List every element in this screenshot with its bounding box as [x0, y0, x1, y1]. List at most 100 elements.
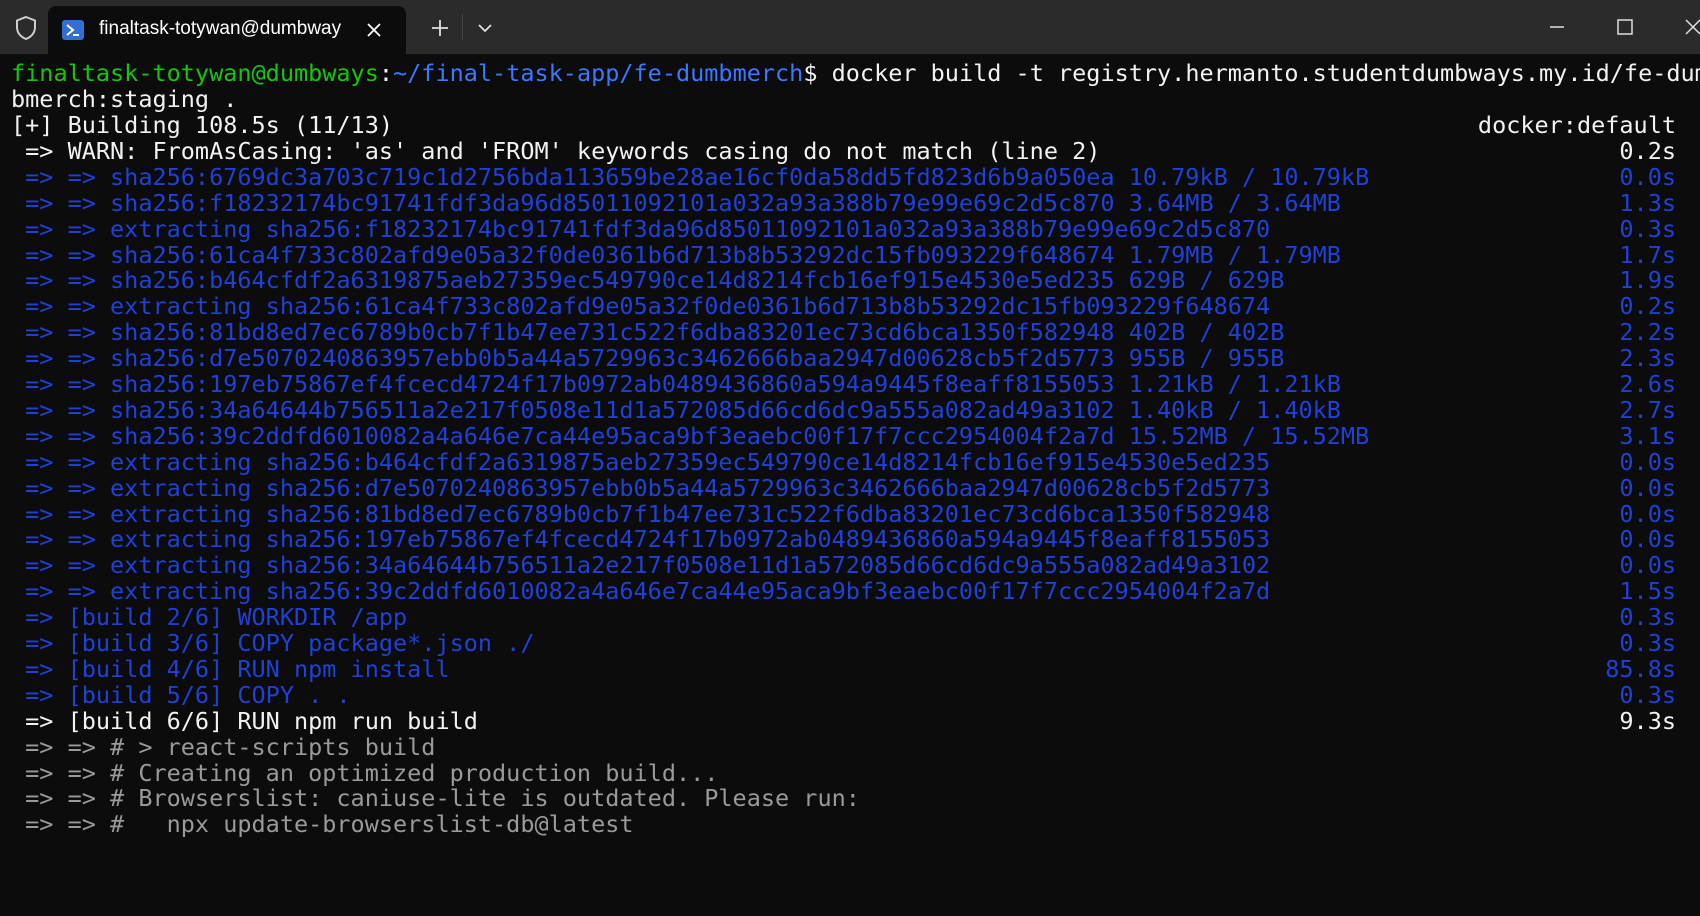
output-line: => => # Browserslist: caniuse-lite is ou…: [0, 784, 1700, 812]
output-line-text: => => sha256:81bd8ed7ec6789b0cb7f1b47ee7…: [11, 318, 1285, 347]
output-line-text: => WARN: FromAsCasing: 'as' and 'FROM' k…: [11, 136, 1101, 165]
output-line-duration: 3.1s: [1619, 421, 1676, 450]
output-line: => => sha256:6769dc3a703c719c1d2756bda11…: [0, 163, 1700, 191]
prompt-path: ~/final-task-app/fe-dumbmerch: [393, 59, 804, 87]
output-line: => => sha256:39c2ddfd6010082a4a646e7ca44…: [0, 422, 1700, 450]
output-line-duration: 9.3s: [1619, 706, 1676, 735]
prompt-symbol: $: [803, 59, 832, 87]
output-line: => => extracting sha256:39c2ddfd6010082a…: [0, 577, 1700, 605]
command-line-continued: bmerch:staging .: [0, 85, 1700, 113]
command-text: docker build -t registry.hermanto.studen…: [831, 59, 1700, 87]
prompt-user: finaltask-totywan@dumbways: [11, 59, 379, 87]
output-line-text: => => extracting sha256:d7e5070240863957…: [11, 473, 1271, 502]
output-line: => => sha256:f18232174bc91741fdf3da96d85…: [0, 189, 1700, 217]
output-line-duration: 85.8s: [1605, 654, 1676, 683]
output-line-duration: 0.2s: [1619, 136, 1676, 165]
output-line-duration: 2.2s: [1619, 318, 1676, 347]
output-line: => => extracting sha256:81bd8ed7ec6789b0…: [0, 500, 1700, 528]
output-line: => => extracting sha256:61ca4f733c802afd…: [0, 292, 1700, 320]
output-line-text: => => # npx update-browserslist-db@lates…: [11, 810, 634, 839]
toolbar-divider: [462, 14, 463, 40]
output-line: => [build 3/6] COPY package*.json ./ 0.3s: [0, 629, 1700, 657]
tab-terminal[interactable]: finaltask-totywan@dumbway: [48, 6, 406, 54]
command-text-continued: bmerch:staging .: [11, 85, 238, 113]
tab-title: finaltask-totywan@dumbway: [99, 18, 342, 39]
output-line-text: => => sha256:61ca4f733c802afd9e05a32f0de…: [11, 240, 1341, 269]
output-line-text: [+] Building 108.5s (11/13): [11, 111, 394, 139]
output-line: => => sha256:197eb75867ef4fcecd4724f17b0…: [0, 370, 1700, 398]
output-line-text: => => extracting sha256:81bd8ed7ec6789b0…: [11, 499, 1271, 528]
output-line-duration: 0.0s: [1619, 447, 1676, 476]
terminal-output[interactable]: finaltask-totywan@dumbways:~/final-task-…: [0, 54, 1700, 916]
output-line: => WARN: FromAsCasing: 'as' and 'FROM' k…: [0, 137, 1700, 165]
output-line-duration: 0.2s: [1619, 292, 1676, 321]
output-line: => => extracting sha256:197eb75867ef4fce…: [0, 525, 1700, 553]
output-line: => => # Creating an optimized production…: [0, 759, 1700, 787]
command-line: finaltask-totywan@dumbways:~/final-task-…: [0, 59, 1700, 87]
close-window-icon[interactable]: [1678, 12, 1700, 42]
prompt-separator: :: [378, 59, 394, 87]
output-line: => => sha256:34a64644b756511a2e217f0508e…: [0, 396, 1700, 424]
output-line-text: => => sha256:6769dc3a703c719c1d2756bda11…: [11, 162, 1370, 191]
maximize-icon[interactable]: [1610, 12, 1640, 42]
output-line-text: => => extracting sha256:34a64644b756511a…: [11, 551, 1271, 580]
plus-icon[interactable]: [426, 14, 454, 42]
output-line-text: => => sha256:b464cfdf2a6319875aeb27359ec…: [11, 266, 1285, 295]
output-line-duration: 0.0s: [1619, 525, 1676, 554]
output-line: => => sha256:81bd8ed7ec6789b0cb7f1b47ee7…: [0, 318, 1700, 346]
output-line-duration: 0.0s: [1619, 499, 1676, 528]
output-line-duration: 0.3s: [1619, 680, 1676, 709]
shield-icon[interactable]: [12, 14, 40, 42]
output-line-text: => [build 5/6] COPY . .: [11, 680, 351, 709]
powershell-icon: [62, 20, 84, 40]
output-line: => [build 4/6] RUN npm install 85.8s: [0, 655, 1700, 683]
output-line-duration: 1.9s: [1619, 266, 1676, 295]
chevron-down-icon[interactable]: [471, 14, 499, 42]
output-line-duration: 1.3s: [1619, 188, 1676, 217]
output-line: => [build 5/6] COPY . . 0.3s: [0, 681, 1700, 709]
output-line-duration: 1.7s: [1619, 240, 1676, 269]
output-line-text: => => sha256:39c2ddfd6010082a4a646e7ca44…: [11, 421, 1370, 450]
output-line-text: => => # Browserslist: caniuse-lite is ou…: [11, 784, 860, 813]
output-line-text: => => sha256:d7e5070240863957ebb0b5a44a5…: [11, 344, 1285, 373]
output-line-duration: 2.3s: [1619, 344, 1676, 373]
output-line-duration: 0.0s: [1619, 473, 1676, 502]
output-line: => [build 6/6] RUN npm run build 9.3s: [0, 707, 1700, 735]
output-line: => => extracting sha256:34a64644b756511a…: [0, 551, 1700, 579]
output-line-duration: 0.3s: [1619, 629, 1676, 657]
output-line: => => extracting sha256:b464cfdf2a631987…: [0, 448, 1700, 476]
output-line-text: => [build 3/6] COPY package*.json ./: [11, 629, 535, 657]
output-line-text: => => sha256:34a64644b756511a2e217f0508e…: [11, 395, 1341, 424]
output-line-text: => [build 6/6] RUN npm run build: [11, 706, 478, 735]
close-icon[interactable]: [362, 18, 386, 42]
output-line-text: => => sha256:f18232174bc91741fdf3da96d85…: [11, 188, 1341, 217]
output-line-duration: 2.6s: [1619, 370, 1676, 398]
output-line: => => extracting sha256:d7e5070240863957…: [0, 474, 1700, 502]
output-line: => => sha256:61ca4f733c802afd9e05a32f0de…: [0, 241, 1700, 269]
output-line-duration: docker:default: [1477, 111, 1676, 139]
output-line-duration: 0.3s: [1619, 603, 1676, 632]
output-line: => => # npx update-browserslist-db@lates…: [0, 810, 1700, 838]
output-line: => => sha256:d7e5070240863957ebb0b5a44a5…: [0, 344, 1700, 372]
output-line: => => # > react-scripts build: [0, 733, 1700, 761]
output-line: => => extracting sha256:f18232174bc91741…: [0, 215, 1700, 243]
output-line-text: => => extracting sha256:39c2ddfd6010082a…: [11, 577, 1271, 606]
output-line: => [build 2/6] WORKDIR /app 0.3s: [0, 603, 1700, 631]
output-line: => => sha256:b464cfdf2a6319875aeb27359ec…: [0, 266, 1700, 294]
output-line-duration: 0.3s: [1619, 214, 1676, 243]
output-line-text: => => # > react-scripts build: [11, 732, 436, 761]
output-line-text: => => # Creating an optimized production…: [11, 758, 719, 787]
output-line-duration: 1.5s: [1619, 577, 1676, 606]
output-line-duration: 0.0s: [1619, 162, 1676, 191]
output-line-text: => => extracting sha256:61ca4f733c802afd…: [11, 292, 1271, 321]
minimize-icon[interactable]: [1542, 12, 1572, 42]
output-line: [+] Building 108.5s (11/13) docker:defaul…: [0, 111, 1700, 139]
title-bar: finaltask-totywan@dumbway: [0, 0, 1700, 54]
output-line-duration: 0.0s: [1619, 551, 1676, 580]
output-line-text: => => extracting sha256:b464cfdf2a631987…: [11, 447, 1271, 476]
output-line-text: => => extracting sha256:197eb75867ef4fce…: [11, 525, 1271, 554]
output-line-text: => => sha256:197eb75867ef4fcecd4724f17b0…: [11, 370, 1341, 398]
output-line-text: => => extracting sha256:f18232174bc91741…: [11, 214, 1271, 243]
output-line-text: => [build 4/6] RUN npm install: [11, 654, 450, 683]
output-line-duration: 2.7s: [1619, 395, 1676, 424]
